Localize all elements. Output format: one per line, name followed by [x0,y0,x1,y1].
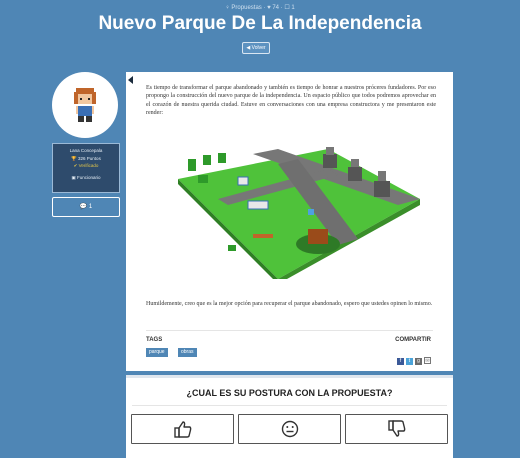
share-label: COMPARTIR [395,337,431,343]
vote-divider [132,405,447,406]
trophy-icon: 🏆 [71,156,77,161]
tags-label: TAGS [146,337,163,343]
vote-neutral-button[interactable] [238,414,341,444]
vote-down-button[interactable] [345,414,448,444]
vote-up-button[interactable] [131,414,234,444]
proposal-paragraph-1: Es tiempo de transformar el parque aband… [146,85,436,117]
share-icons: f t g ✉ [395,349,431,367]
facebook-icon[interactable]: f [397,358,404,365]
avatar[interactable] [52,72,118,138]
proposal-paragraph-2: Humildemente, creo que es la mejor opció… [146,301,433,307]
briefcase-icon: ▣ [71,175,76,180]
profile-role: Funcionario [77,175,101,180]
thumbs-down-icon [388,420,406,437]
comments-count: 1 [88,204,93,210]
neutral-face-icon [281,420,299,438]
twitter-icon[interactable]: t [406,358,413,365]
profile-card: Lana Concepala 🏆 326 Puntos ✔ Verificado… [52,143,120,193]
profile-verified: Verificado [78,163,99,168]
vote-question: ¿CUAL ES SU POSTURA CON LA PROPUESTA? [186,388,393,398]
park-render-image [178,147,420,279]
page-title: Nuevo Parque De La Independencia [98,13,422,34]
comments-button[interactable]: 💬 1 [52,197,120,217]
content-divider [146,330,433,331]
comment-icon: 💬 [79,204,88,210]
check-icon: ✔ [73,163,78,168]
mail-icon[interactable]: ✉ [424,357,431,364]
tag-parque[interactable]: parque [146,348,168,357]
profile-points: 326 Puntos [78,156,101,161]
google-plus-icon[interactable]: g [415,358,422,365]
back-button[interactable]: ◀ Volver [242,42,270,54]
proposal-content: Es tiempo de transformar el parque aband… [126,72,453,371]
tag-obras[interactable]: obras [178,348,197,357]
profile-name[interactable]: Lana Concepala [53,148,119,153]
breadcrumb: ♀ Propuestas · ♥ 74 · ☐ 1 [225,5,295,11]
thumbs-up-icon [174,421,192,438]
avatar-pixel-icon [74,88,96,122]
vote-panel: ¿CUAL ES SU POSTURA CON LA PROPUESTA? [126,375,453,458]
content-pointer-arrow [128,76,133,84]
